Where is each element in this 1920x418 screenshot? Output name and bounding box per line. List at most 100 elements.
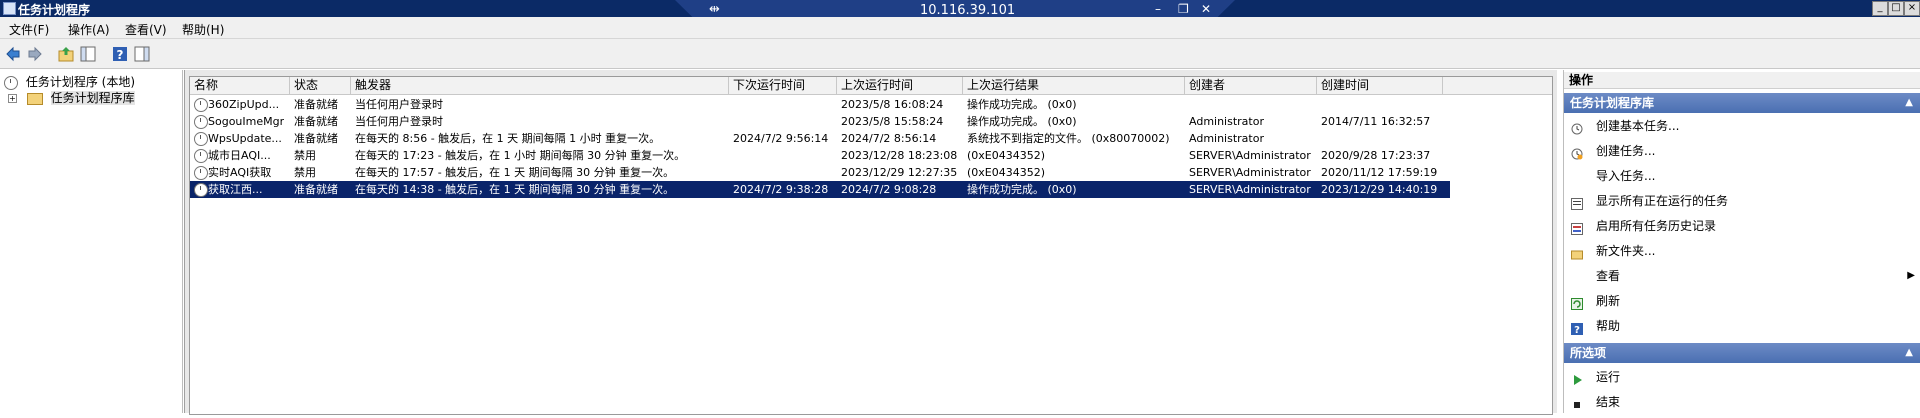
collapse-icon[interactable]: ▲ (1905, 343, 1913, 363)
folder-icon (26, 92, 43, 105)
app-icon (3, 2, 16, 15)
table-row[interactable]: SogouImeMgr 准备就绪 当任何用户登录时 2023/5/8 15:58:24… (190, 113, 1450, 130)
table-row[interactable]: 获取江西... 准备就绪 在每天的 14:38 - 触发后，在 1 天 期间每隔 3… (190, 181, 1450, 198)
col-last-result[interactable]: 上次运行结果 (963, 77, 1185, 94)
action-label: 运行 (1596, 370, 1621, 384)
cell-last-run: 2023/5/8 16:08:24 (841, 98, 944, 111)
action-item[interactable]: 显示所有正在运行的任务 (1564, 190, 1920, 212)
minimize-button[interactable]: _ (1872, 1, 1888, 16)
action-item[interactable]: ? 帮助 (1564, 315, 1920, 337)
cell-trigger: 当任何用户登录时 (355, 98, 443, 111)
task-clock-icon (194, 98, 208, 112)
action-item[interactable]: 查看 ▶ (1564, 265, 1920, 287)
action-item[interactable]: 创建任务... (1564, 140, 1920, 162)
cell-name: 实时AQI获取 (208, 166, 272, 179)
cell-trigger: 当任何用户登录时 (355, 115, 443, 128)
action-label: 刷新 (1596, 294, 1621, 308)
close-button[interactable]: × (1904, 1, 1920, 16)
action-item[interactable]: 结束 (1564, 391, 1920, 413)
menu-file[interactable]: 文件(F) (9, 21, 49, 38)
help-icon: ? (1571, 320, 1583, 336)
cell-trigger: 在每天的 17:23 - 触发后，在 1 小时 期间每隔 30 分钟 重复一次。 (355, 149, 686, 162)
action-label: 查看 (1596, 269, 1621, 283)
tree-root[interactable]: 任务计划程序 (本地) (4, 73, 135, 90)
action-label: 显示所有正在运行的任务 (1596, 194, 1729, 208)
remote-address: 10.116.39.101 (920, 3, 1016, 18)
maximize-button[interactable]: □ (1888, 1, 1904, 16)
cell-created: 2023/12/29 14:40:19 (1321, 183, 1438, 196)
menu-action[interactable]: 操作(A) (68, 21, 110, 38)
cell-author: Administrator (1189, 115, 1264, 128)
create-task-icon (1571, 145, 1583, 160)
library-section-header[interactable]: 任务计划程序库 ▲ (1564, 93, 1920, 113)
show-hide-tree-icon[interactable] (80, 46, 96, 62)
task-list-header: 名称 状态 触发器 下次运行时间 上次运行时间 上次运行结果 创建者 创建时间 (190, 77, 1552, 95)
rdp-minimize-button[interactable]: – (1155, 2, 1161, 16)
create-basic-task-icon (1571, 120, 1583, 135)
table-row[interactable]: 360ZipUpd... 准备就绪 当任何用户登录时 2023/5/8 16:08:2… (190, 96, 1450, 113)
col-name[interactable]: 名称 (190, 77, 290, 94)
rdp-restore-button[interactable]: ❐ (1178, 2, 1189, 16)
action-item[interactable]: 创建基本任务... (1564, 115, 1920, 137)
cell-last-run: 2023/12/29 12:27:35 (841, 166, 958, 179)
cell-next-run: 2024/7/2 9:38:28 (733, 183, 829, 196)
cell-last-result: (0xE0434352) (967, 166, 1046, 179)
action-item[interactable]: 刷新 (1564, 290, 1920, 312)
running-tasks-icon (1571, 195, 1583, 210)
cell-last-run: 2023/5/8 15:58:24 (841, 115, 944, 128)
table-row[interactable]: 实时AQI获取 禁用 在每天的 17:57 - 触发后，在 1 天 期间每隔 30 … (190, 164, 1450, 181)
action-item[interactable]: 运行 (1564, 366, 1920, 388)
forward-arrow-icon[interactable] (27, 46, 43, 62)
cell-created: 2020/11/12 17:59:19 (1321, 166, 1438, 179)
cell-author: SERVER\Administrator (1189, 149, 1311, 162)
refresh-icon (1571, 295, 1583, 310)
action-item[interactable]: 导入任务... (1564, 165, 1920, 187)
selected-section-header[interactable]: 所选项 ▲ (1564, 343, 1920, 363)
col-last-run[interactable]: 上次运行时间 (837, 77, 963, 94)
cell-status: 准备就绪 (294, 132, 338, 145)
task-clock-icon (194, 132, 208, 146)
rdp-close-button[interactable]: ✕ (1201, 2, 1211, 16)
action-label: 导入任务... (1596, 169, 1656, 183)
action-item[interactable]: 启用所有任务历史记录 (1564, 215, 1920, 237)
cell-status: 准备就绪 (294, 183, 338, 196)
pin-icon[interactable]: ⇹ (709, 2, 720, 17)
action-label: 启用所有任务历史记录 (1596, 219, 1717, 233)
menu-help[interactable]: 帮助(H) (182, 21, 224, 38)
table-row[interactable]: WpsUpdate... 准备就绪 在每天的 8:56 - 触发后，在 1 天 期间… (190, 130, 1450, 147)
show-action-pane-icon[interactable] (134, 46, 150, 62)
expand-icon[interactable]: + (8, 94, 17, 103)
table-row[interactable]: 城市日AQI... 禁用 在每天的 17:23 - 触发后，在 1 小时 期间每隔 … (190, 147, 1450, 164)
collapse-icon[interactable]: ▲ (1905, 93, 1913, 113)
cell-name: 360ZipUpd... (208, 98, 280, 111)
up-folder-icon[interactable] (58, 46, 74, 62)
cell-last-result: 操作成功完成。 (0x0) (967, 183, 1077, 196)
col-author[interactable]: 创建者 (1185, 77, 1317, 94)
cell-trigger: 在每天的 8:56 - 触发后，在 1 天 期间每隔 1 小时 重复一次。 (355, 132, 661, 145)
task-list: 名称 状态 触发器 下次运行时间 上次运行时间 上次运行结果 创建者 创建时间 … (189, 76, 1553, 415)
tree-library-label: 任务计划程序库 (50, 91, 135, 105)
action-label: 新文件夹... (1596, 244, 1656, 258)
menu-bar: 文件(F) 操作(A) 查看(V) 帮助(H) (0, 17, 1920, 39)
help-icon[interactable]: ? (112, 46, 128, 62)
action-item[interactable]: 新文件夹... (1564, 240, 1920, 262)
action-label: 帮助 (1596, 319, 1621, 333)
col-next-run[interactable]: 下次运行时间 (729, 77, 837, 94)
cell-last-run: 2024/7/2 8:56:14 (841, 132, 937, 145)
col-created[interactable]: 创建时间 (1317, 77, 1443, 94)
task-clock-icon (194, 166, 208, 180)
col-trigger[interactable]: 触发器 (351, 77, 729, 94)
actions-title: 操作 (1564, 72, 1920, 89)
svg-text:?: ? (117, 48, 124, 62)
action-label: 结束 (1596, 395, 1621, 409)
cell-author: Administrator (1189, 132, 1264, 145)
menu-view[interactable]: 查看(V) (125, 21, 167, 38)
back-arrow-icon[interactable] (5, 46, 21, 62)
selected-section-label: 所选项 (1570, 346, 1607, 360)
cell-status: 禁用 (294, 149, 316, 162)
action-label: 创建基本任务... (1596, 119, 1680, 133)
col-status[interactable]: 状态 (290, 77, 351, 94)
tree-item-library[interactable]: + 任务计划程序库 (8, 89, 135, 105)
toolbar: ? (0, 39, 1920, 69)
cell-created: 2014/7/11 16:32:57 (1321, 115, 1431, 128)
